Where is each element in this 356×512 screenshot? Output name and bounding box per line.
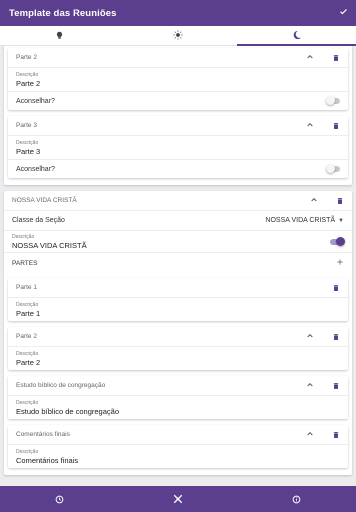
part-title: Comentários finais [16, 431, 70, 438]
lightbulb-icon [55, 27, 64, 45]
section-card-previous: Parte 2 Descrição Parte 2 Aconselhar? Pa… [4, 46, 352, 185]
chevron-up-icon[interactable] [310, 196, 318, 206]
description-label: Descrição [12, 233, 35, 240]
description-value: Parte 2 [16, 358, 41, 367]
part-card: Comentários finais Descrição Comentários… [8, 425, 348, 468]
part-card-header: Parte 2 [8, 48, 348, 68]
tab-bar [0, 26, 356, 46]
description-label: Descrição [16, 140, 39, 146]
part-title: Parte 1 [16, 284, 37, 291]
parts-label: PARTES [12, 259, 38, 267]
parts-header: PARTES [4, 253, 352, 273]
description-field[interactable]: Descrição Parte 2 [8, 68, 348, 92]
advise-toggle[interactable] [326, 164, 340, 173]
app-bar: Template das Reuniões [0, 0, 356, 26]
tools-icon[interactable] [158, 494, 198, 504]
info-icon[interactable] [277, 495, 317, 504]
content-scroll-area[interactable]: Parte 2 Descrição Parte 2 Aconselhar? Pa… [0, 46, 356, 486]
part-card: Parte 1 Descrição Parte 1 [8, 278, 348, 321]
delete-icon[interactable] [332, 328, 340, 346]
advise-label: Aconselhar? [16, 97, 55, 105]
part-card-header: Comentários finais [8, 425, 348, 445]
tab-sun[interactable] [119, 26, 238, 45]
part-title: Parte 2 [16, 333, 37, 340]
chevron-up-icon[interactable] [306, 53, 314, 63]
description-field[interactable]: Descrição Comentários finais [8, 445, 348, 468]
delete-icon[interactable] [332, 279, 340, 297]
chevron-up-icon[interactable] [306, 121, 314, 131]
sun-icon [173, 27, 183, 45]
section-class-select[interactable]: NOSSA VIDA CRISTÃ ▼ [265, 217, 344, 224]
section-header: NOSSA VIDA CRISTÃ [4, 191, 352, 211]
description-label: Descrição [16, 72, 39, 78]
delete-icon[interactable] [332, 426, 340, 444]
section-card: NOSSA VIDA CRISTÃ Classe da Seção NOSSA … [4, 191, 352, 475]
chevron-up-icon[interactable] [306, 430, 314, 440]
description-field[interactable]: Descrição Parte 2 [8, 347, 348, 370]
description-value: Parte 3 [16, 147, 41, 156]
part-title: Parte 2 [16, 54, 37, 61]
part-card-header: Parte 1 [8, 278, 348, 298]
add-part-icon[interactable] [336, 258, 344, 268]
chevron-up-icon[interactable] [306, 332, 314, 342]
advise-label: Aconselhar? [16, 165, 55, 173]
description-label: Descrição [16, 351, 39, 357]
description-label: Descrição [16, 302, 39, 308]
bottom-nav [0, 486, 356, 512]
delete-icon[interactable] [332, 49, 340, 67]
check-icon[interactable] [339, 7, 348, 19]
description-value: Comentários finais [16, 456, 79, 465]
part-card-header: Estudo bíblico de congregação [8, 376, 348, 396]
section-class-value: NOSSA VIDA CRISTÃ [265, 217, 336, 224]
tab-lightbulb[interactable] [0, 26, 119, 45]
timer-icon[interactable] [39, 495, 79, 504]
chevron-up-icon[interactable] [306, 381, 314, 391]
section-description-row[interactable]: Descrição NOSSA VIDA CRISTÃ [4, 231, 352, 253]
part-card: Estudo bíblico de congregação Descrição … [8, 376, 348, 419]
description-value: NOSSA VIDA CRISTÃ [12, 240, 87, 250]
part-card-header: Parte 2 [8, 327, 348, 347]
description-field[interactable]: Descrição Estudo bíblico de congregação [8, 396, 348, 419]
advise-row: Aconselhar? [8, 92, 348, 110]
description-field[interactable]: Descrição Parte 1 [8, 298, 348, 321]
advise-toggle[interactable] [326, 96, 340, 105]
page-title: Template das Reuniões [9, 7, 117, 19]
description-field[interactable]: Descrição Parte 3 [8, 136, 348, 160]
part-card: Parte 2 Descrição Parte 2 Aconselhar? [8, 48, 348, 110]
description-label: Descrição [16, 400, 39, 406]
moon-icon [292, 27, 302, 45]
part-card-header: Parte 3 [8, 116, 348, 136]
advise-row: Aconselhar? [8, 160, 348, 178]
section-class-row[interactable]: Classe da Seção NOSSA VIDA CRISTÃ ▼ [4, 211, 352, 231]
delete-icon[interactable] [336, 192, 344, 210]
section-class-label: Classe da Seção [12, 217, 65, 224]
tab-moon[interactable] [237, 26, 356, 46]
description-value: Parte 1 [16, 309, 41, 318]
part-card: Parte 2 Descrição Parte 2 [8, 327, 348, 370]
part-card: Parte 3 Descrição Parte 3 Aconselhar? [8, 116, 348, 178]
part-title: Parte 3 [16, 122, 37, 129]
description-value: Estudo bíblico de congregação [16, 407, 119, 416]
caret-down-icon: ▼ [338, 217, 344, 224]
section-description-toggle[interactable] [330, 236, 345, 246]
part-title: Estudo bíblico de congregação [16, 382, 106, 389]
section-title: NOSSA VIDA CRISTÃ [12, 197, 77, 204]
description-label: Descrição [16, 449, 39, 455]
description-value: Parte 2 [16, 79, 41, 88]
delete-icon[interactable] [332, 117, 340, 135]
delete-icon[interactable] [332, 377, 340, 395]
